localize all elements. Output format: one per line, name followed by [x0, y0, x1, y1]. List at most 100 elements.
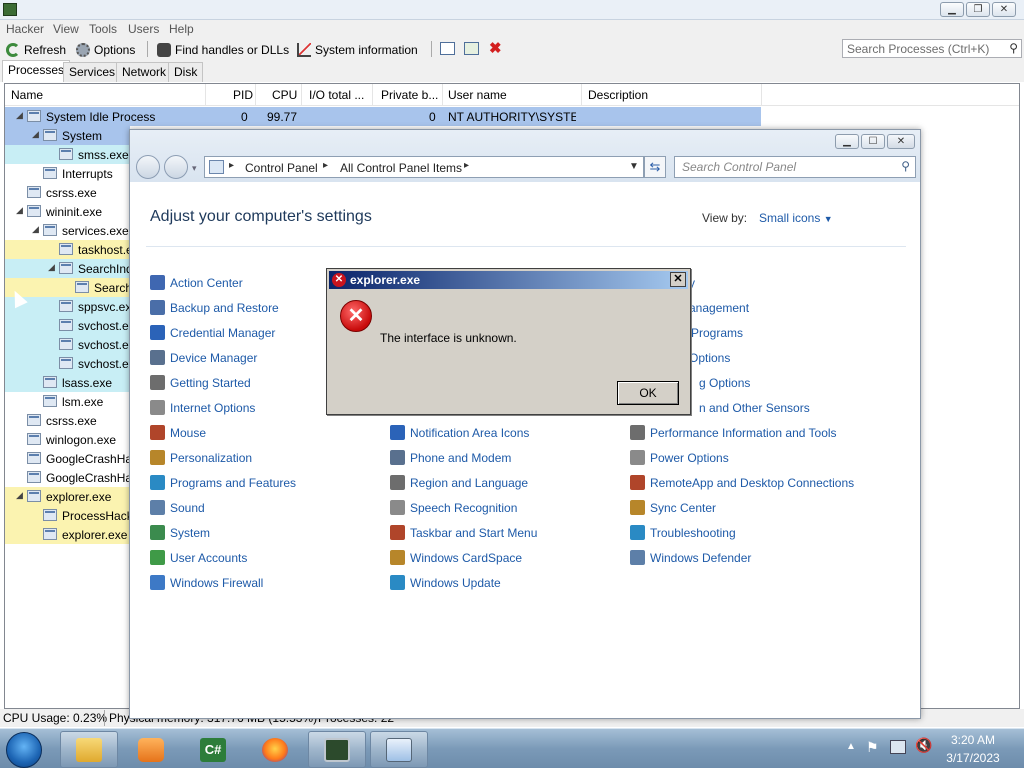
column-cpu[interactable]: CPU — [272, 88, 297, 102]
search-placeholder: Search Control Panel — [682, 160, 797, 174]
show-hidden-icons-icon[interactable]: ▲ — [846, 741, 856, 752]
menu-tools[interactable]: Tools — [89, 22, 117, 36]
cp-item-icon — [150, 425, 165, 440]
start-button[interactable] — [6, 732, 42, 768]
view-by-dropdown[interactable]: Small icons ▼ — [759, 211, 833, 225]
cp-item-partial[interactable]: anagement — [689, 301, 749, 321]
expand-triangle-icon[interactable]: ◢ — [32, 224, 39, 235]
find-handles-label: Find handles or DLLs — [175, 42, 290, 57]
system-information-button[interactable]: System information — [297, 41, 418, 58]
cp-close-button[interactable]: ✕ — [887, 134, 915, 149]
process-icon — [27, 452, 41, 464]
breadcrumb-arrow-icon[interactable]: ▸ — [229, 160, 234, 171]
clock-time[interactable]: 3:20 AM — [950, 733, 996, 747]
back-button[interactable] — [136, 155, 160, 179]
expand-triangle-icon[interactable]: ◢ — [16, 110, 23, 121]
cp-maximize-button[interactable]: ☐ — [861, 134, 885, 149]
taskbar-media-player[interactable] — [122, 731, 180, 768]
minimize-button[interactable]: ▁ — [940, 2, 964, 17]
column-description[interactable]: Description — [588, 88, 648, 102]
search-placeholder: Search Processes (Ctrl+K) — [847, 42, 990, 56]
divider — [146, 246, 906, 247]
search-control-panel-input[interactable]: Search Control Panel ⚲ — [674, 156, 916, 178]
cp-item-partial[interactable]: Options — [689, 351, 730, 371]
gear-icon — [76, 42, 90, 57]
menu-view[interactable]: View — [53, 22, 79, 36]
process-icon — [27, 490, 41, 502]
refresh-button[interactable]: Refresh — [6, 41, 66, 58]
process-hacker-taskbar-icon — [324, 737, 350, 762]
breadcrumb-control-panel[interactable]: Control Panel — [245, 161, 318, 175]
process-row[interactable]: ◢ System Idle Process 0 99.77 0 NT AUTHORITY\… — [5, 107, 1019, 126]
process-icon — [27, 205, 41, 217]
address-dropdown-icon[interactable]: ▼ — [629, 161, 639, 172]
process-icon — [59, 357, 73, 369]
breadcrumb-arrow-icon[interactable]: ▸ — [464, 160, 469, 171]
expand-triangle-icon[interactable]: ◢ — [48, 262, 55, 273]
process-icon — [43, 167, 57, 179]
recent-pages-icon[interactable]: ▾ — [192, 163, 197, 174]
cp-minimize-button[interactable]: ▁ — [835, 134, 859, 149]
search-processes-input[interactable]: Search Processes (Ctrl+K) ⚲ — [842, 39, 1022, 58]
terminate-icon[interactable]: ✖ — [489, 39, 502, 57]
taskbar-process-hacker[interactable] — [308, 731, 366, 768]
restore-button[interactable]: ❐ — [966, 2, 990, 17]
csharp-icon: C# — [200, 737, 226, 762]
taskbar-csharp[interactable]: C# — [184, 731, 242, 768]
column-io-total[interactable]: I/O total ... — [309, 88, 371, 102]
control-panel-frame: ▁ ☐ ✕ ▾ ▸ Control Panel ▸ All Control Pa… — [130, 130, 920, 182]
address-bar[interactable]: ▸ Control Panel ▸ All Control Panel Item… — [204, 156, 644, 178]
close-button[interactable]: ✕ — [992, 2, 1016, 17]
column-name[interactable]: Name — [11, 88, 43, 102]
breadcrumb-all-items[interactable]: All Control Panel Items — [340, 161, 462, 175]
menu-users[interactable]: Users — [128, 22, 159, 36]
cp-item-partial[interactable]: Programs — [691, 326, 743, 346]
taskbar-firefox[interactable] — [246, 731, 304, 768]
breadcrumb-arrow-icon[interactable]: ▸ — [323, 160, 328, 171]
dialog-close-button[interactable]: ✕ — [670, 272, 686, 287]
expand-triangle-icon[interactable]: ◢ — [32, 129, 39, 140]
options-button[interactable]: Options — [76, 41, 135, 58]
refresh-icon — [6, 42, 20, 57]
column-separator — [255, 84, 256, 106]
menu-hacker[interactable]: Hacker — [6, 22, 44, 36]
cp-item-partial[interactable]: n and Other Sensors — [699, 401, 810, 421]
taskbar-explorer[interactable] — [60, 731, 118, 768]
ok-button[interactable]: OK — [617, 381, 679, 405]
menu-help[interactable]: Help — [169, 22, 194, 36]
control-panel-taskbar-icon — [386, 737, 412, 762]
taskbar-control-panel[interactable] — [370, 731, 428, 768]
process-name: System — [62, 129, 103, 143]
column-user-name[interactable]: User name — [448, 88, 507, 102]
action-center-flag-icon[interactable]: ⚑ — [866, 739, 879, 756]
cp-item-label: Performance Information and Tools — [650, 426, 837, 440]
dialog-message: The interface is unknown. — [380, 331, 517, 345]
tab-disk[interactable]: Disk — [168, 62, 204, 82]
column-separator — [761, 84, 762, 106]
tab-network[interactable]: Network — [116, 62, 173, 82]
cp-item-icon — [150, 300, 165, 315]
window-icon[interactable] — [440, 42, 455, 55]
refresh-icon[interactable]: ⇆ — [644, 156, 666, 178]
cp-item-partial[interactable]: g Options — [699, 376, 750, 396]
process-name: Interrupts — [62, 167, 113, 181]
network-icon[interactable] — [890, 740, 906, 754]
tab-services[interactable]: Services — [63, 62, 122, 82]
column-pid[interactable]: PID — [233, 88, 253, 102]
chevron-down-icon: ▼ — [823, 214, 833, 224]
cp-item-label: System — [170, 526, 211, 540]
expand-triangle-icon[interactable]: ◢ — [16, 205, 23, 216]
process-icon — [59, 338, 73, 350]
find-handles-button[interactable]: Find handles or DLLs — [157, 41, 289, 58]
cp-item-icon — [150, 375, 165, 390]
column-private-bytes[interactable]: Private b... — [381, 88, 441, 102]
window-arrow-icon[interactable] — [464, 42, 479, 55]
expand-triangle-icon[interactable]: ◢ — [16, 490, 23, 501]
cp-item-label: Troubleshooting — [650, 526, 736, 540]
clock-date[interactable]: 3/17/2023 — [946, 751, 1000, 765]
forward-button[interactable] — [164, 155, 188, 179]
tab-processes[interactable]: Processes — [2, 60, 71, 82]
volume-muted-icon[interactable]: 🔇 — [915, 737, 932, 754]
view-by-label: View by: — [702, 211, 748, 225]
cp-item-icon — [390, 550, 405, 565]
